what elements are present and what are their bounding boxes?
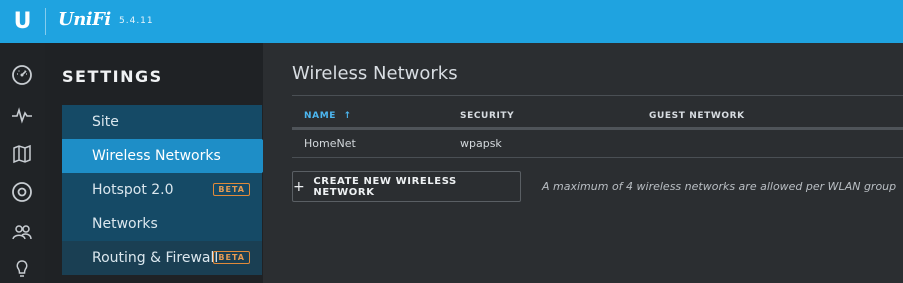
cell-security: wpapsk (460, 137, 502, 150)
map-icon[interactable] (11, 143, 33, 165)
column-header-name[interactable]: NAME ↑ (304, 111, 352, 121)
settings-menu: Site Wireless Networks Hotspot 2.0 BETA … (62, 105, 276, 275)
unifi-brand: UniFi (58, 9, 111, 30)
top-bar: U UniFi 5.4.11 (0, 0, 903, 43)
icon-sidebar (0, 43, 45, 283)
column-header-label: NAME (304, 111, 337, 121)
menu-item-networks[interactable]: Networks (62, 207, 262, 241)
version-label: 5.4.11 (119, 16, 154, 26)
dashboard-icon[interactable] (11, 64, 33, 86)
insights-icon[interactable] (11, 258, 33, 280)
header-divider (292, 127, 903, 130)
cell-name: HomeNet (304, 137, 356, 150)
row-divider (292, 157, 903, 158)
create-button-label: CREATE NEW WIRELESS NETWORK (313, 175, 457, 198)
menu-item-label: Networks (92, 216, 158, 232)
table-row[interactable]: HomeNet wpapsk (292, 131, 903, 157)
menu-item-wireless-networks[interactable]: Wireless Networks (62, 139, 276, 173)
beta-badge: BETA (213, 183, 250, 196)
devices-icon[interactable] (11, 181, 33, 203)
menu-item-hotspot[interactable]: Hotspot 2.0 BETA (62, 173, 262, 207)
ubiquiti-logo[interactable]: U (0, 0, 45, 43)
statistics-icon[interactable] (11, 104, 33, 126)
menu-item-label: Routing & Firewall (92, 250, 219, 266)
page-title: Wireless Networks (292, 63, 458, 84)
table-header: NAME ↑ SECURITY GUEST NETWORK (292, 106, 903, 128)
beta-badge: BETA (213, 251, 250, 264)
menu-item-label: Hotspot 2.0 (92, 182, 174, 198)
main-content: Wireless Networks NAME ↑ SECURITY GUEST … (263, 43, 903, 283)
settings-title: SETTINGS (62, 67, 163, 86)
create-wireless-network-button[interactable]: + CREATE NEW WIRELESS NETWORK (292, 171, 521, 202)
menu-item-label: Wireless Networks (92, 148, 221, 164)
menu-item-site[interactable]: Site (62, 105, 262, 139)
menu-item-routing-firewall[interactable]: Routing & Firewall BETA (62, 241, 262, 275)
plus-icon: + (293, 178, 306, 195)
sort-asc-icon: ↑ (343, 111, 352, 121)
menu-item-label: Site (92, 114, 119, 130)
title-divider (292, 95, 903, 96)
clients-icon[interactable] (11, 221, 33, 243)
column-header-guest-network[interactable]: GUEST NETWORK (649, 111, 745, 121)
column-header-security[interactable]: SECURITY (460, 111, 514, 121)
wlan-limit-note: A maximum of 4 wireless networks are all… (542, 180, 897, 193)
topbar-divider (45, 8, 46, 35)
settings-panel: SETTINGS Site Wireless Networks Hotspot … (45, 43, 276, 283)
ubiquiti-logo-letter: U (13, 8, 32, 34)
